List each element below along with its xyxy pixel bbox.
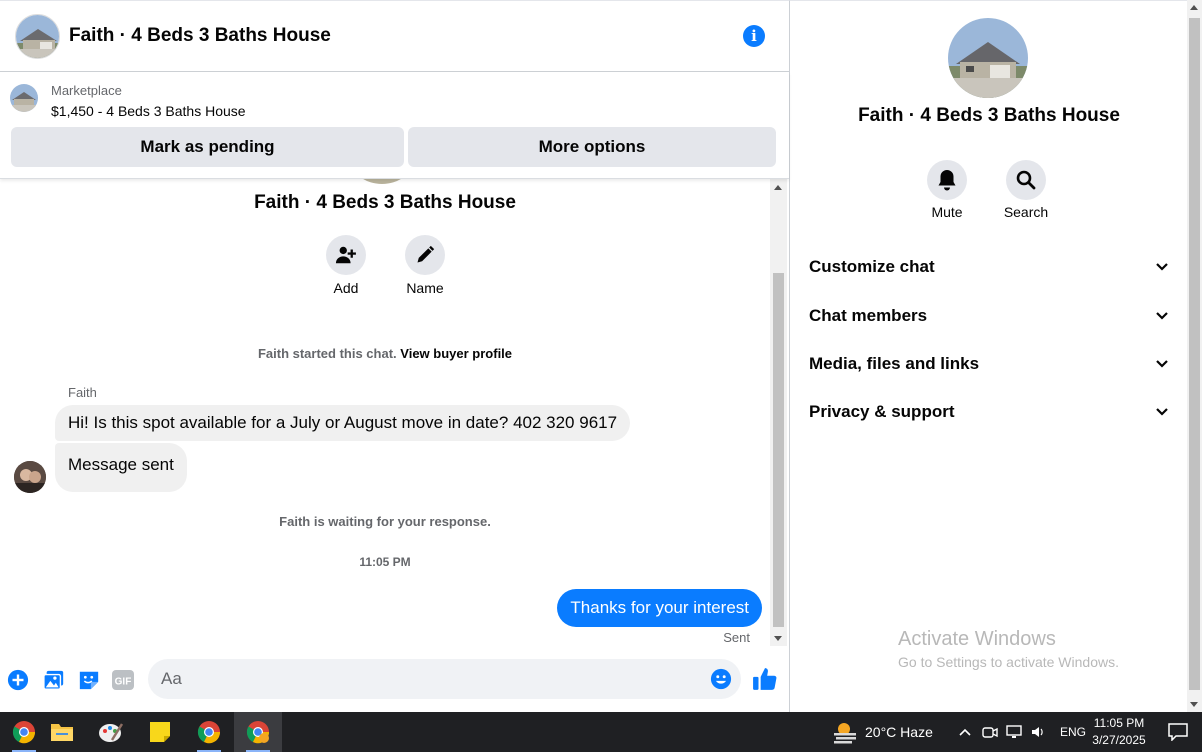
clock-time: 11:05 PM — [1093, 716, 1145, 730]
search-icon — [1016, 170, 1036, 190]
volume-icon[interactable] — [1030, 724, 1046, 740]
thread-avatar — [352, 179, 412, 184]
scroll-up-arrow[interactable] — [774, 185, 782, 190]
search-button[interactable] — [1006, 160, 1046, 200]
chevron-up-icon[interactable] — [958, 727, 972, 737]
taskbar-chrome-window[interactable] — [185, 712, 233, 752]
section-label: Customize chat — [809, 257, 935, 276]
section-chat-members[interactable]: Chat members — [809, 301, 1169, 331]
taskbar-paint-app[interactable] — [87, 712, 135, 752]
section-media-files-links[interactable]: Media, files and links — [809, 349, 1169, 379]
message-input-box[interactable] — [148, 659, 741, 699]
scrollbar-thumb[interactable] — [1189, 18, 1200, 690]
more-options-button[interactable]: More options — [408, 127, 776, 167]
mute-button[interactable] — [927, 160, 967, 200]
section-customize-chat[interactable]: Customize chat — [809, 252, 1169, 282]
incoming-message[interactable]: Hi! Is this spot available for a July or… — [55, 405, 631, 441]
sender-name: Faith — [68, 385, 97, 400]
folder-icon — [51, 724, 73, 741]
name-label: Name — [406, 280, 444, 296]
system-tray: ENG — [958, 712, 1086, 752]
haze-icon — [834, 723, 856, 744]
chat-info-panel: Faith · 4 Beds 3 Baths House Mute Search… — [789, 0, 1187, 712]
sticky-note-icon — [150, 722, 170, 742]
plus-circle-icon[interactable] — [6, 668, 30, 692]
chat-header: Faith · 4 Beds 3 Baths House i — [0, 0, 789, 72]
delivery-status: Sent — [723, 630, 750, 645]
taskbar-sticky-notes[interactable] — [136, 712, 184, 752]
palette-icon — [99, 723, 124, 742]
clock-date: 3/27/2025 — [1092, 733, 1146, 747]
message-thread[interactable]: Faith · 4 Beds 3 Baths House Add Name Fa… — [0, 179, 770, 650]
marketplace-listing-bar: Marketplace $1,450 - 4 Beds 3 Baths Hous… — [0, 72, 789, 179]
page-scrollbar[interactable] — [1187, 0, 1202, 712]
taskbar-file-explorer[interactable] — [38, 712, 86, 752]
bell-icon — [938, 170, 956, 191]
info-icon[interactable]: i — [743, 25, 765, 47]
chrome-icon — [246, 721, 270, 744]
message-input[interactable] — [161, 667, 681, 691]
chevron-down-icon — [1156, 312, 1168, 320]
sender-avatar[interactable] — [14, 461, 46, 493]
scrollbar-thumb[interactable] — [773, 273, 784, 627]
chrome-icon — [12, 721, 36, 744]
add-person-icon — [335, 246, 356, 264]
chevron-down-icon — [1156, 360, 1168, 368]
add-label: Add — [333, 280, 359, 296]
name-button[interactable] — [405, 235, 445, 275]
section-label: Privacy & support — [809, 402, 955, 421]
view-buyer-profile-link[interactable]: View buyer profile — [400, 346, 512, 361]
conversation-avatar[interactable] — [15, 13, 60, 59]
panel-title: Faith · 4 Beds 3 Baths House — [858, 105, 1120, 126]
search-label: Search — [1003, 204, 1049, 220]
thumbs-up-icon[interactable] — [752, 666, 778, 692]
outgoing-message[interactable]: Thanks for your interest — [557, 589, 762, 627]
listing-thumbnail[interactable] — [10, 84, 38, 112]
mute-label: Mute — [931, 204, 963, 220]
panel-avatar[interactable] — [948, 18, 1028, 98]
chevron-down-icon — [1156, 408, 1168, 416]
scroll-down-arrow[interactable] — [774, 636, 782, 641]
section-label: Media, files and links — [809, 354, 980, 373]
taskbar-chrome-profile[interactable] — [234, 712, 282, 752]
add-people-button[interactable] — [326, 235, 366, 275]
thread-scrollbar[interactable] — [770, 179, 787, 646]
thread-title: Faith · 4 Beds 3 Baths House — [254, 192, 516, 213]
weather-text: 20°C Haze — [865, 724, 933, 740]
section-label: Chat members — [809, 306, 928, 325]
svg-text:GIF: GIF — [115, 677, 132, 688]
emoji-icon[interactable] — [710, 668, 732, 690]
meet-now-icon[interactable] — [982, 724, 998, 740]
scroll-up-arrow[interactable] — [1190, 5, 1198, 10]
activate-windows-subtitle: Go to Settings to activate Windows. — [898, 654, 1119, 670]
listing-item[interactable]: $1,450 - 4 Beds 3 Baths House — [51, 103, 246, 119]
sticker-icon[interactable] — [77, 668, 101, 692]
language-indicator[interactable]: ENG — [1060, 725, 1086, 739]
notification-icon — [1168, 723, 1188, 741]
message-timestamp: 11:05 PM — [359, 555, 411, 569]
pencil-icon — [417, 245, 435, 263]
scroll-down-arrow[interactable] — [1190, 702, 1198, 707]
weather-widget[interactable]: 20°C Haze — [832, 712, 933, 752]
waiting-notice: Faith is waiting for your response. — [279, 514, 491, 529]
chat-started-notice: Faith started this chat. View buyer prof… — [0, 346, 770, 361]
chat-window: Faith · 4 Beds 3 Baths House i Marketpla… — [0, 0, 789, 712]
chat-started-text: Faith started this chat. — [257, 346, 397, 361]
incoming-message[interactable]: Message sent — [55, 443, 187, 492]
activate-windows-title: Activate Windows — [898, 628, 1056, 650]
message-composer: GIF — [0, 650, 789, 712]
gif-icon[interactable]: GIF — [111, 668, 135, 692]
section-privacy-support[interactable]: Privacy & support — [809, 397, 1169, 427]
network-icon[interactable] — [1006, 724, 1022, 740]
taskbar-clock[interactable]: 11:05 PM 3/27/2025 — [1084, 715, 1154, 749]
chevron-down-icon — [1156, 263, 1168, 271]
photo-icon[interactable] — [42, 668, 66, 692]
mark-as-pending-button[interactable]: Mark as pending — [11, 127, 404, 167]
notifications-button[interactable] — [1154, 712, 1202, 752]
listing-source: Marketplace — [51, 83, 122, 98]
chrome-icon — [197, 721, 221, 744]
conversation-title[interactable]: Faith · 4 Beds 3 Baths House — [69, 25, 331, 47]
windows-taskbar: 20°C Haze ENG 11:05 PM 3/27/2025 — [0, 712, 1202, 752]
